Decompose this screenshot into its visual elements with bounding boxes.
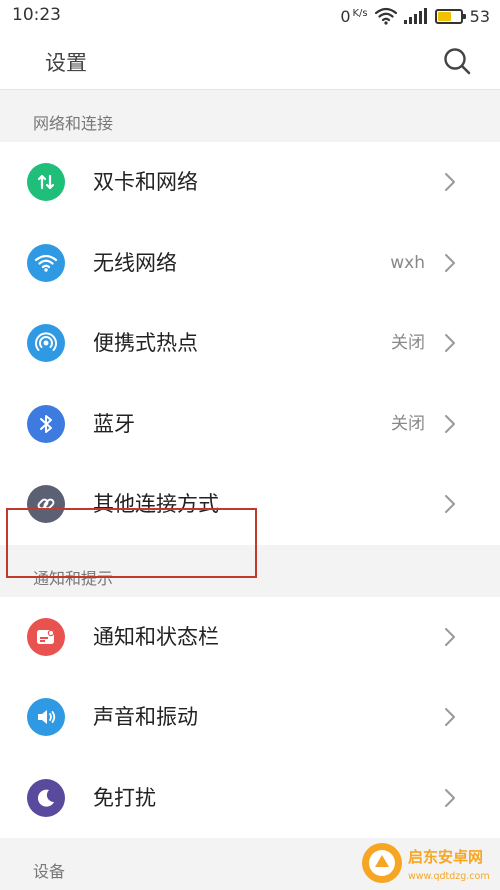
watermark-url: www.qdtdzg.com [408,871,490,882]
settings-item[interactable]: 声音和振动 [0,677,500,758]
status-time: 10:23 [12,5,61,25]
wifi-signal-icon [375,7,397,25]
section-header: 网络和连接 [0,90,500,142]
chevron-right-icon [443,172,457,192]
network-speed-value: 0 [340,7,350,26]
highlight-annotation [6,508,257,578]
network-speed: 0 K/s [340,7,367,26]
network-speed-unit: K/s [353,8,368,19]
chevron-right-icon [443,788,457,808]
wifi-icon [27,244,65,282]
settings-list: 网络和连接双卡和网络无线网络wxh便携式热点关闭蓝牙关闭其他连接方式通知和提示通… [0,90,500,890]
settings-item-value: 关闭 [391,333,425,353]
watermark-logo: 启东安卓网 www.qdtdzg.com [358,837,500,889]
settings-item-label: 声音和振动 [93,704,198,730]
settings-item-value: wxh [390,253,425,273]
notification-icon [27,618,65,656]
chevron-right-icon [443,414,457,434]
chevron-right-icon [443,333,457,353]
settings-item-label: 双卡和网络 [93,169,198,195]
settings-item-label: 免打扰 [93,785,156,811]
settings-item-value: 关闭 [391,414,425,434]
battery-level [438,12,451,21]
app-header: 设置 [0,32,500,90]
settings-item[interactable]: 便携式热点 关闭 [0,303,500,384]
status-icons: 0 K/s 53 [340,5,490,27]
chevron-right-icon [443,253,457,273]
battery-percent: 53 [470,7,490,26]
settings-item-label: 便携式热点 [93,330,198,356]
chevron-right-icon [443,707,457,727]
settings-item[interactable]: 通知和状态栏 [0,597,500,678]
chevron-right-icon [443,627,457,647]
settings-item-label: 通知和状态栏 [93,624,219,650]
dual-sim-icon [27,163,65,201]
page-title: 设置 [45,47,87,77]
settings-item-label: 蓝牙 [93,411,135,437]
status-bar: 10:23 0 K/s 53 [0,0,500,32]
search-icon[interactable] [442,46,472,76]
settings-item-label: 无线网络 [93,250,177,276]
settings-item[interactable]: 蓝牙 关闭 [0,384,500,465]
chevron-right-icon [443,494,457,514]
bluetooth-icon [27,405,65,443]
cell-signal-icon [404,8,428,24]
battery-icon [435,9,463,24]
settings-item[interactable]: 双卡和网络 [0,142,500,223]
settings-item[interactable]: 无线网络 wxh [0,223,500,304]
settings-item[interactable]: 免打扰 [0,758,500,839]
hotspot-icon [27,324,65,362]
moon-icon [27,779,65,817]
sound-icon [27,698,65,736]
watermark-title: 启东安卓网 [408,848,483,866]
